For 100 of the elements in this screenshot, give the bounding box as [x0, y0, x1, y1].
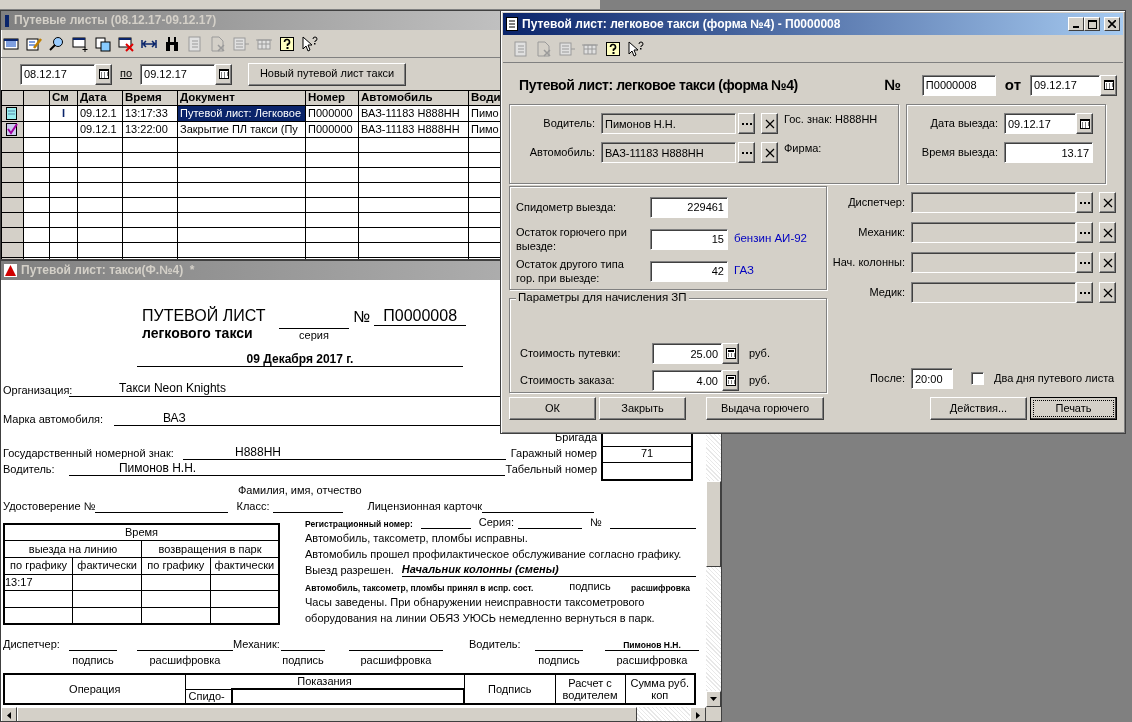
- checkbox[interactable]: [971, 372, 984, 385]
- column-header[interactable]: См: [49, 90, 78, 106]
- dialog-button[interactable]: ОК: [509, 397, 596, 420]
- select-button[interactable]: [1076, 222, 1093, 243]
- caption: расшифровка: [616, 654, 688, 668]
- minimize-button[interactable]: [1068, 17, 1084, 31]
- time-field[interactable]: 13.17: [1004, 142, 1093, 163]
- column-header[interactable]: Автомобиль: [358, 90, 469, 106]
- clear-button[interactable]: [761, 142, 778, 163]
- scroll-down-button[interactable]: [706, 691, 721, 707]
- clear-button[interactable]: [1099, 252, 1116, 273]
- help-icon[interactable]: [605, 40, 621, 57]
- search-icon[interactable]: [49, 35, 65, 52]
- number-field[interactable]: П0000008: [921, 74, 996, 96]
- signatory-title: Начальник колонны (смены): [401, 563, 696, 578]
- number-field[interactable]: 42: [650, 260, 728, 282]
- maximize-button[interactable]: [1084, 17, 1100, 31]
- calendar-button[interactable]: [1076, 113, 1093, 134]
- list-icon[interactable]: [3, 35, 19, 52]
- form-subtitle: легкового такси: [142, 325, 254, 342]
- calculator-button[interactable]: [722, 343, 739, 364]
- form-value: ВАЗ: [114, 410, 501, 427]
- staff-field[interactable]: [911, 282, 1076, 303]
- pointer-help-icon[interactable]: [628, 40, 644, 57]
- form-text: Часы заведены. При обнаружении неисправности таксометрового: [305, 596, 645, 610]
- scroll-left-button[interactable]: [1, 707, 17, 721]
- field-label: Государственный номерной знак:: [3, 447, 175, 461]
- info-text: Гос. знак: Н888НН: [784, 113, 878, 127]
- fuel-type-link[interactable]: ГАЗ: [730, 264, 754, 278]
- field-label: по: [120, 67, 133, 81]
- table-header: Показания: [185, 674, 464, 690]
- field-label: Водитель:: [3, 463, 56, 477]
- field-label: Автомобиль:: [528, 145, 596, 160]
- new-waybill-button[interactable]: Новый путевой лист такси: [248, 62, 407, 86]
- calculator-button[interactable]: [722, 370, 739, 391]
- help-icon[interactable]: [279, 35, 295, 52]
- clear-button[interactable]: [1099, 222, 1116, 243]
- clear-icon: [1102, 227, 1113, 238]
- staff-field[interactable]: [911, 192, 1076, 213]
- select-button[interactable]: [1076, 282, 1093, 303]
- clear-icon: [1102, 287, 1113, 298]
- field-label: №: [884, 76, 901, 94]
- add-row-icon[interactable]: [72, 35, 88, 52]
- calendar-button[interactable]: [215, 63, 233, 85]
- column-header[interactable]: Дата: [77, 90, 123, 106]
- dialog-button[interactable]: Действия...: [930, 397, 1027, 420]
- form-value: Н888НН: [183, 444, 506, 461]
- amount-field[interactable]: 25.00: [652, 343, 722, 364]
- calendar-button[interactable]: [1100, 74, 1117, 96]
- clear-button[interactable]: [761, 113, 778, 134]
- select-button[interactable]: [1076, 252, 1093, 273]
- delete-icon[interactable]: [118, 35, 134, 52]
- field-label: Остаток горючего при выезде:: [516, 225, 628, 253]
- clear-button[interactable]: [1099, 282, 1116, 303]
- edit-icon[interactable]: [26, 35, 42, 52]
- table-cell: 13:22:00: [122, 121, 178, 138]
- form-text: Выезд разрешен.: [305, 564, 394, 578]
- field-label: Гаражный номер: [509, 447, 598, 461]
- maximize-icon: [1087, 19, 1097, 29]
- date-field[interactable]: 09.12.17: [1030, 74, 1100, 96]
- date-field[interactable]: 09.12.17: [1004, 113, 1076, 134]
- car-field[interactable]: ВАЗ-11183 Н888НН: [601, 142, 736, 163]
- window-title: Путевой лист: легковое такси (форма №4) - П0000008: [522, 16, 842, 32]
- select-button[interactable]: [738, 113, 755, 134]
- column-header[interactable]: Номер: [305, 90, 359, 106]
- calendar-icon: [98, 69, 109, 79]
- field-label: Дата выезда:: [929, 116, 999, 131]
- driver-field[interactable]: Пимонов Н.Н.: [601, 113, 736, 134]
- scroll-thumb[interactable]: [706, 481, 721, 567]
- form-text: оборудования на линии ОБЯЗ УЮСЬ немедленно вернуться в парк.: [305, 612, 655, 626]
- time-field[interactable]: 20:00: [911, 368, 953, 389]
- date-field[interactable]: 08.12.17: [20, 63, 95, 85]
- fuel-type-link[interactable]: бензин АИ-92: [730, 232, 807, 246]
- column-header[interactable]: Время: [122, 90, 178, 106]
- field-label: Медик:: [868, 285, 906, 300]
- dialog-button[interactable]: Печать: [1030, 397, 1117, 420]
- select-button[interactable]: [738, 142, 755, 163]
- dialog-button[interactable]: Закрыть: [599, 397, 686, 420]
- unit-label: руб.: [749, 373, 770, 388]
- caption: подпись: [568, 580, 612, 594]
- staff-field[interactable]: [911, 252, 1076, 273]
- column-header[interactable]: Документ: [177, 90, 306, 106]
- scroll-right-button[interactable]: [690, 707, 706, 721]
- amount-field[interactable]: 4.00: [652, 370, 722, 391]
- field-label: Диспетчер:: [3, 638, 60, 652]
- number-field[interactable]: 15: [650, 228, 728, 250]
- calendar-button[interactable]: [95, 63, 112, 85]
- clear-button[interactable]: [1099, 192, 1116, 213]
- date-field[interactable]: 09.12.17: [140, 63, 216, 85]
- copy-icon[interactable]: [95, 35, 111, 52]
- number-field[interactable]: 229461: [650, 196, 728, 218]
- staff-field[interactable]: [911, 222, 1076, 243]
- form-value: Пимонов Н.Н.: [68, 460, 506, 477]
- field-label: №: [589, 516, 602, 530]
- caption: подпись: [72, 654, 114, 668]
- pointer-help-icon[interactable]: [302, 35, 318, 52]
- close-button[interactable]: [1104, 17, 1120, 31]
- binoculars-icon[interactable]: [164, 35, 180, 52]
- select-button[interactable]: [1076, 192, 1093, 213]
- dialog-button[interactable]: Выдача горючего: [706, 397, 824, 420]
